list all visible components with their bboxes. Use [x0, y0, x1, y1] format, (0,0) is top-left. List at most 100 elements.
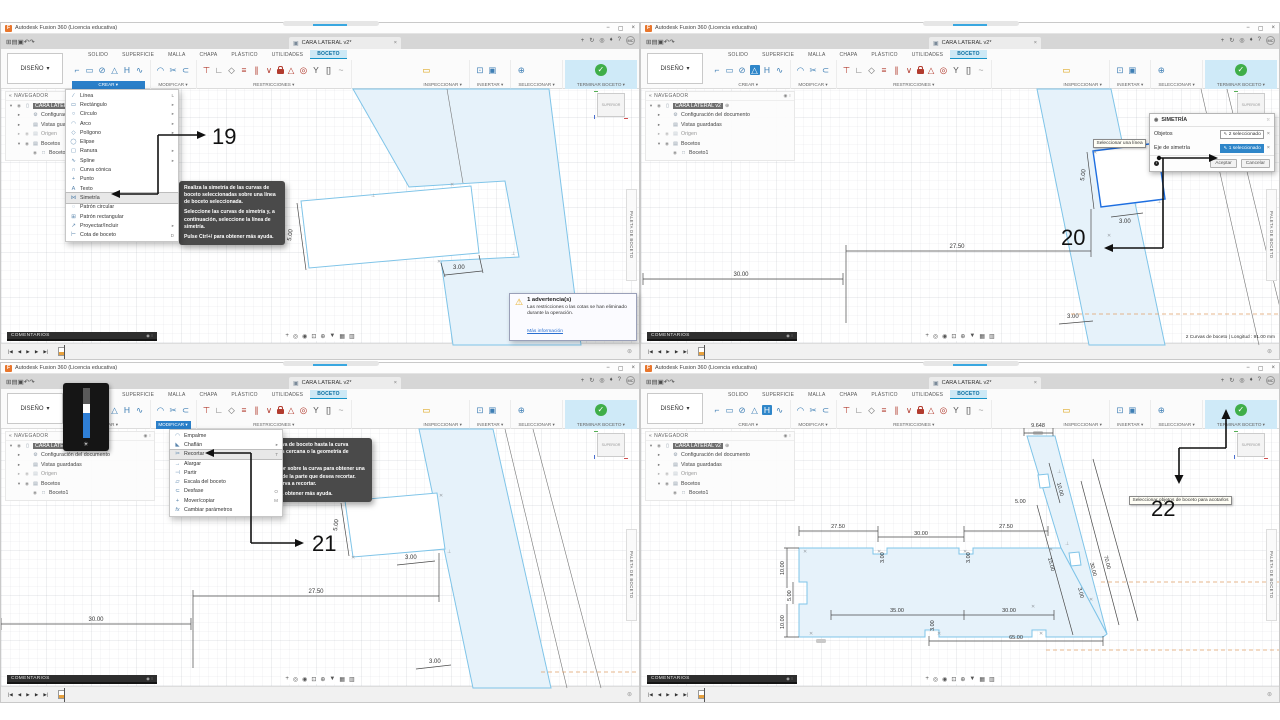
info-icon[interactable]: i [1154, 161, 1159, 166]
close-button[interactable]: × [631, 365, 635, 372]
visibility-eye-icon[interactable]: ◉ [656, 443, 662, 449]
circle-icon[interactable]: ⊘ [97, 65, 107, 75]
sync-icon[interactable]: ↻ [589, 37, 594, 44]
navigator-item-origen[interactable]: ▸ ◉ ▤ Origen [646, 470, 794, 480]
menu-item-partir[interactable]: ⊣ Partir [170, 468, 282, 477]
navigator-item-bocetos[interactable]: ▾ ◉ ▤ Bocetos [646, 479, 794, 489]
ribbon-group-label-seleccionar[interactable]: SELECCIONAR ▾ [1156, 421, 1197, 429]
step-forward-icon[interactable]: ▶ [35, 349, 39, 355]
axis-selection-chip[interactable]: ⇖ 1 seleccionado [1220, 143, 1264, 153]
trim-icon[interactable]: ✂ [808, 405, 818, 415]
menu-item-cambiar-par-metros[interactable]: fx Cambiar parámetros [170, 505, 282, 514]
lock-icon[interactable] [276, 65, 284, 74]
navigator-item-bocetos[interactable]: ▾ ◉ ▤ Bocetos [646, 139, 794, 149]
navigator-item-cara-lateral-v2[interactable]: ▾◉ ▯ CARA LATERAL v2⊕ [646, 441, 794, 451]
ribbon-tab-chapa[interactable]: CHAPA [193, 391, 225, 399]
viewcube[interactable]: SUPERIOR [594, 431, 628, 459]
go-end-icon[interactable]: ▶| [683, 692, 688, 698]
maximize-button[interactable]: ▢ [1258, 25, 1264, 32]
visibility-eye-icon[interactable]: ◉ [24, 141, 30, 147]
add-badge-icon[interactable]: ⊕ [725, 103, 729, 109]
help-icon[interactable]: ? [1258, 377, 1261, 384]
timeline-settings-icon[interactable]: ⊛ [1267, 691, 1272, 698]
ribbon-group-label-terminar-boceto[interactable]: TERMINAR BOCETO ▾ [1215, 421, 1267, 429]
sync-icon[interactable]: ↻ [1229, 37, 1234, 44]
zoom-icon[interactable]: ⊕ [320, 676, 325, 683]
mirror-icon[interactable]: △ [749, 64, 760, 75]
expander-icon[interactable]: ▸ [16, 131, 22, 137]
objects-selection-chip[interactable]: ⇖ 2 seleccionado [1220, 129, 1264, 139]
mirror-icon[interactable]: △ [110, 65, 120, 75]
sketch-line-icon[interactable]: ⌐ [712, 405, 722, 415]
display-settings-icon[interactable]: ▼ [969, 333, 975, 340]
sketch-line-icon[interactable]: ⌐ [712, 65, 722, 75]
finish-sketch-icon[interactable]: ✓ [594, 403, 607, 416]
maximize-button[interactable]: ▢ [618, 365, 624, 372]
visibility-eye-icon[interactable]: ◉ [24, 481, 30, 487]
ribbon-tab-superficie[interactable]: SUPERFICIE [755, 51, 801, 59]
zoom-icon[interactable]: ⊕ [960, 676, 965, 683]
expander-icon[interactable]: ▸ [16, 452, 22, 458]
spline-icon[interactable]: ∿ [775, 405, 785, 415]
trim-icon[interactable]: ✂ [168, 405, 178, 415]
add-tab-button[interactable]: + [581, 378, 585, 384]
fix-icon[interactable]: △ [286, 405, 296, 415]
go-start-icon[interactable]: |◀ [648, 692, 653, 698]
perpendicular-icon[interactable]: ∨ [264, 405, 274, 415]
viewports-icon[interactable]: ▥ [349, 333, 355, 340]
document-tab[interactable]: ▣ CARA LATERAL v2* × [929, 37, 1041, 49]
ribbon-tab-boceto[interactable]: BOCETO [950, 50, 987, 59]
navigator-item-vistas-guardadas[interactable]: ▸ ▤ Vistas guardadas [6, 460, 154, 470]
tangent-icon[interactable]: ◇ [867, 65, 877, 75]
expander-icon[interactable]: ▸ [656, 131, 662, 137]
ribbon-group-label-restricciones[interactable]: RESTRICCIONES ▾ [842, 421, 987, 429]
extensions-icon[interactable]: ◎ [599, 377, 604, 384]
ribbon-tab-malla[interactable]: MALLA [161, 51, 192, 59]
perpendicular-icon[interactable]: ∨ [904, 65, 914, 75]
close-tab-icon[interactable]: × [394, 380, 397, 386]
concentric-icon[interactable]: ◎ [299, 65, 309, 75]
close-tab-icon[interactable]: × [394, 40, 397, 46]
curvature-icon[interactable]: ~ [976, 65, 986, 75]
help-icon[interactable]: ? [618, 37, 621, 44]
sketch-dimension-icon[interactable]: ⊤ [842, 405, 852, 415]
orbit-icon[interactable]: ◎ [933, 333, 938, 340]
ribbon-group-label-insertar[interactable]: INSERTAR ▾ [475, 421, 505, 429]
ribbon-tab-chapa[interactable]: CHAPA [833, 391, 865, 399]
lock-icon[interactable] [916, 65, 924, 74]
canvas-image-icon[interactable]: ▣ [487, 405, 497, 415]
visibility-eye-icon[interactable]: ◉ [664, 141, 670, 147]
minimize-button[interactable]: − [1246, 365, 1250, 372]
ribbon-group-label-crear[interactable]: CREAR ▾ [712, 421, 785, 429]
orbit-icon[interactable]: ◎ [933, 676, 938, 683]
notifications-icon[interactable]: ♦ [1250, 377, 1253, 384]
menu-item-simetr-a[interactable]: ⋈ Simetría [65, 192, 179, 204]
orbit-icon[interactable]: ◎ [293, 676, 298, 683]
menu-item-l-nea[interactable]: ∕ Línea L [66, 91, 178, 100]
go-start-icon[interactable]: |◀ [8, 349, 13, 355]
pan-icon[interactable]: + [925, 676, 929, 683]
visibility-eye-icon[interactable]: ◉ [32, 150, 38, 156]
pan-icon[interactable]: + [285, 333, 289, 340]
navigator-item-origen[interactable]: ▸ ◉ ▤ Origen [646, 130, 794, 140]
visibility-eye-icon[interactable]: ◉ [32, 490, 38, 496]
menu-item-curva-c-nica[interactable]: ∩ Curva cónica [66, 165, 178, 174]
close-tab-icon[interactable]: × [1034, 40, 1037, 46]
user-avatar[interactable]: MC [626, 36, 635, 45]
sketch-canvas[interactable]: « NAVEGADOR ◉ ⁝ ▾◉▯CARA LATERAL v2⊕▸⚙Con… [641, 429, 1279, 686]
extensions-icon[interactable]: ◎ [599, 37, 604, 44]
ribbon-group-label-restricciones[interactable]: RESTRICCIONES ▾ [202, 81, 347, 89]
zoom-window-icon[interactable]: ⊡ [311, 676, 316, 683]
menu-item-texto[interactable]: A Texto [66, 184, 178, 193]
cancel-button[interactable]: Cancelar [1240, 159, 1270, 168]
insert-icon[interactable]: ⊡ [1115, 405, 1125, 415]
ribbon-group-label-insertar[interactable]: INSERTAR ▾ [1115, 421, 1145, 429]
maximize-button[interactable]: ▢ [1258, 365, 1264, 372]
menu-item-spline[interactable]: ∿ Spline ▸ [66, 156, 178, 165]
ribbon-group-label-crear[interactable]: CREAR ▾ [712, 81, 785, 89]
close-tab-icon[interactable]: × [1034, 380, 1037, 386]
visibility-eye-icon[interactable]: ◉ [656, 103, 662, 109]
rectangle-icon[interactable]: ▭ [725, 405, 735, 415]
finish-sketch-icon[interactable]: ✓ [1234, 63, 1247, 76]
mirror-icon[interactable]: △ [750, 405, 760, 415]
